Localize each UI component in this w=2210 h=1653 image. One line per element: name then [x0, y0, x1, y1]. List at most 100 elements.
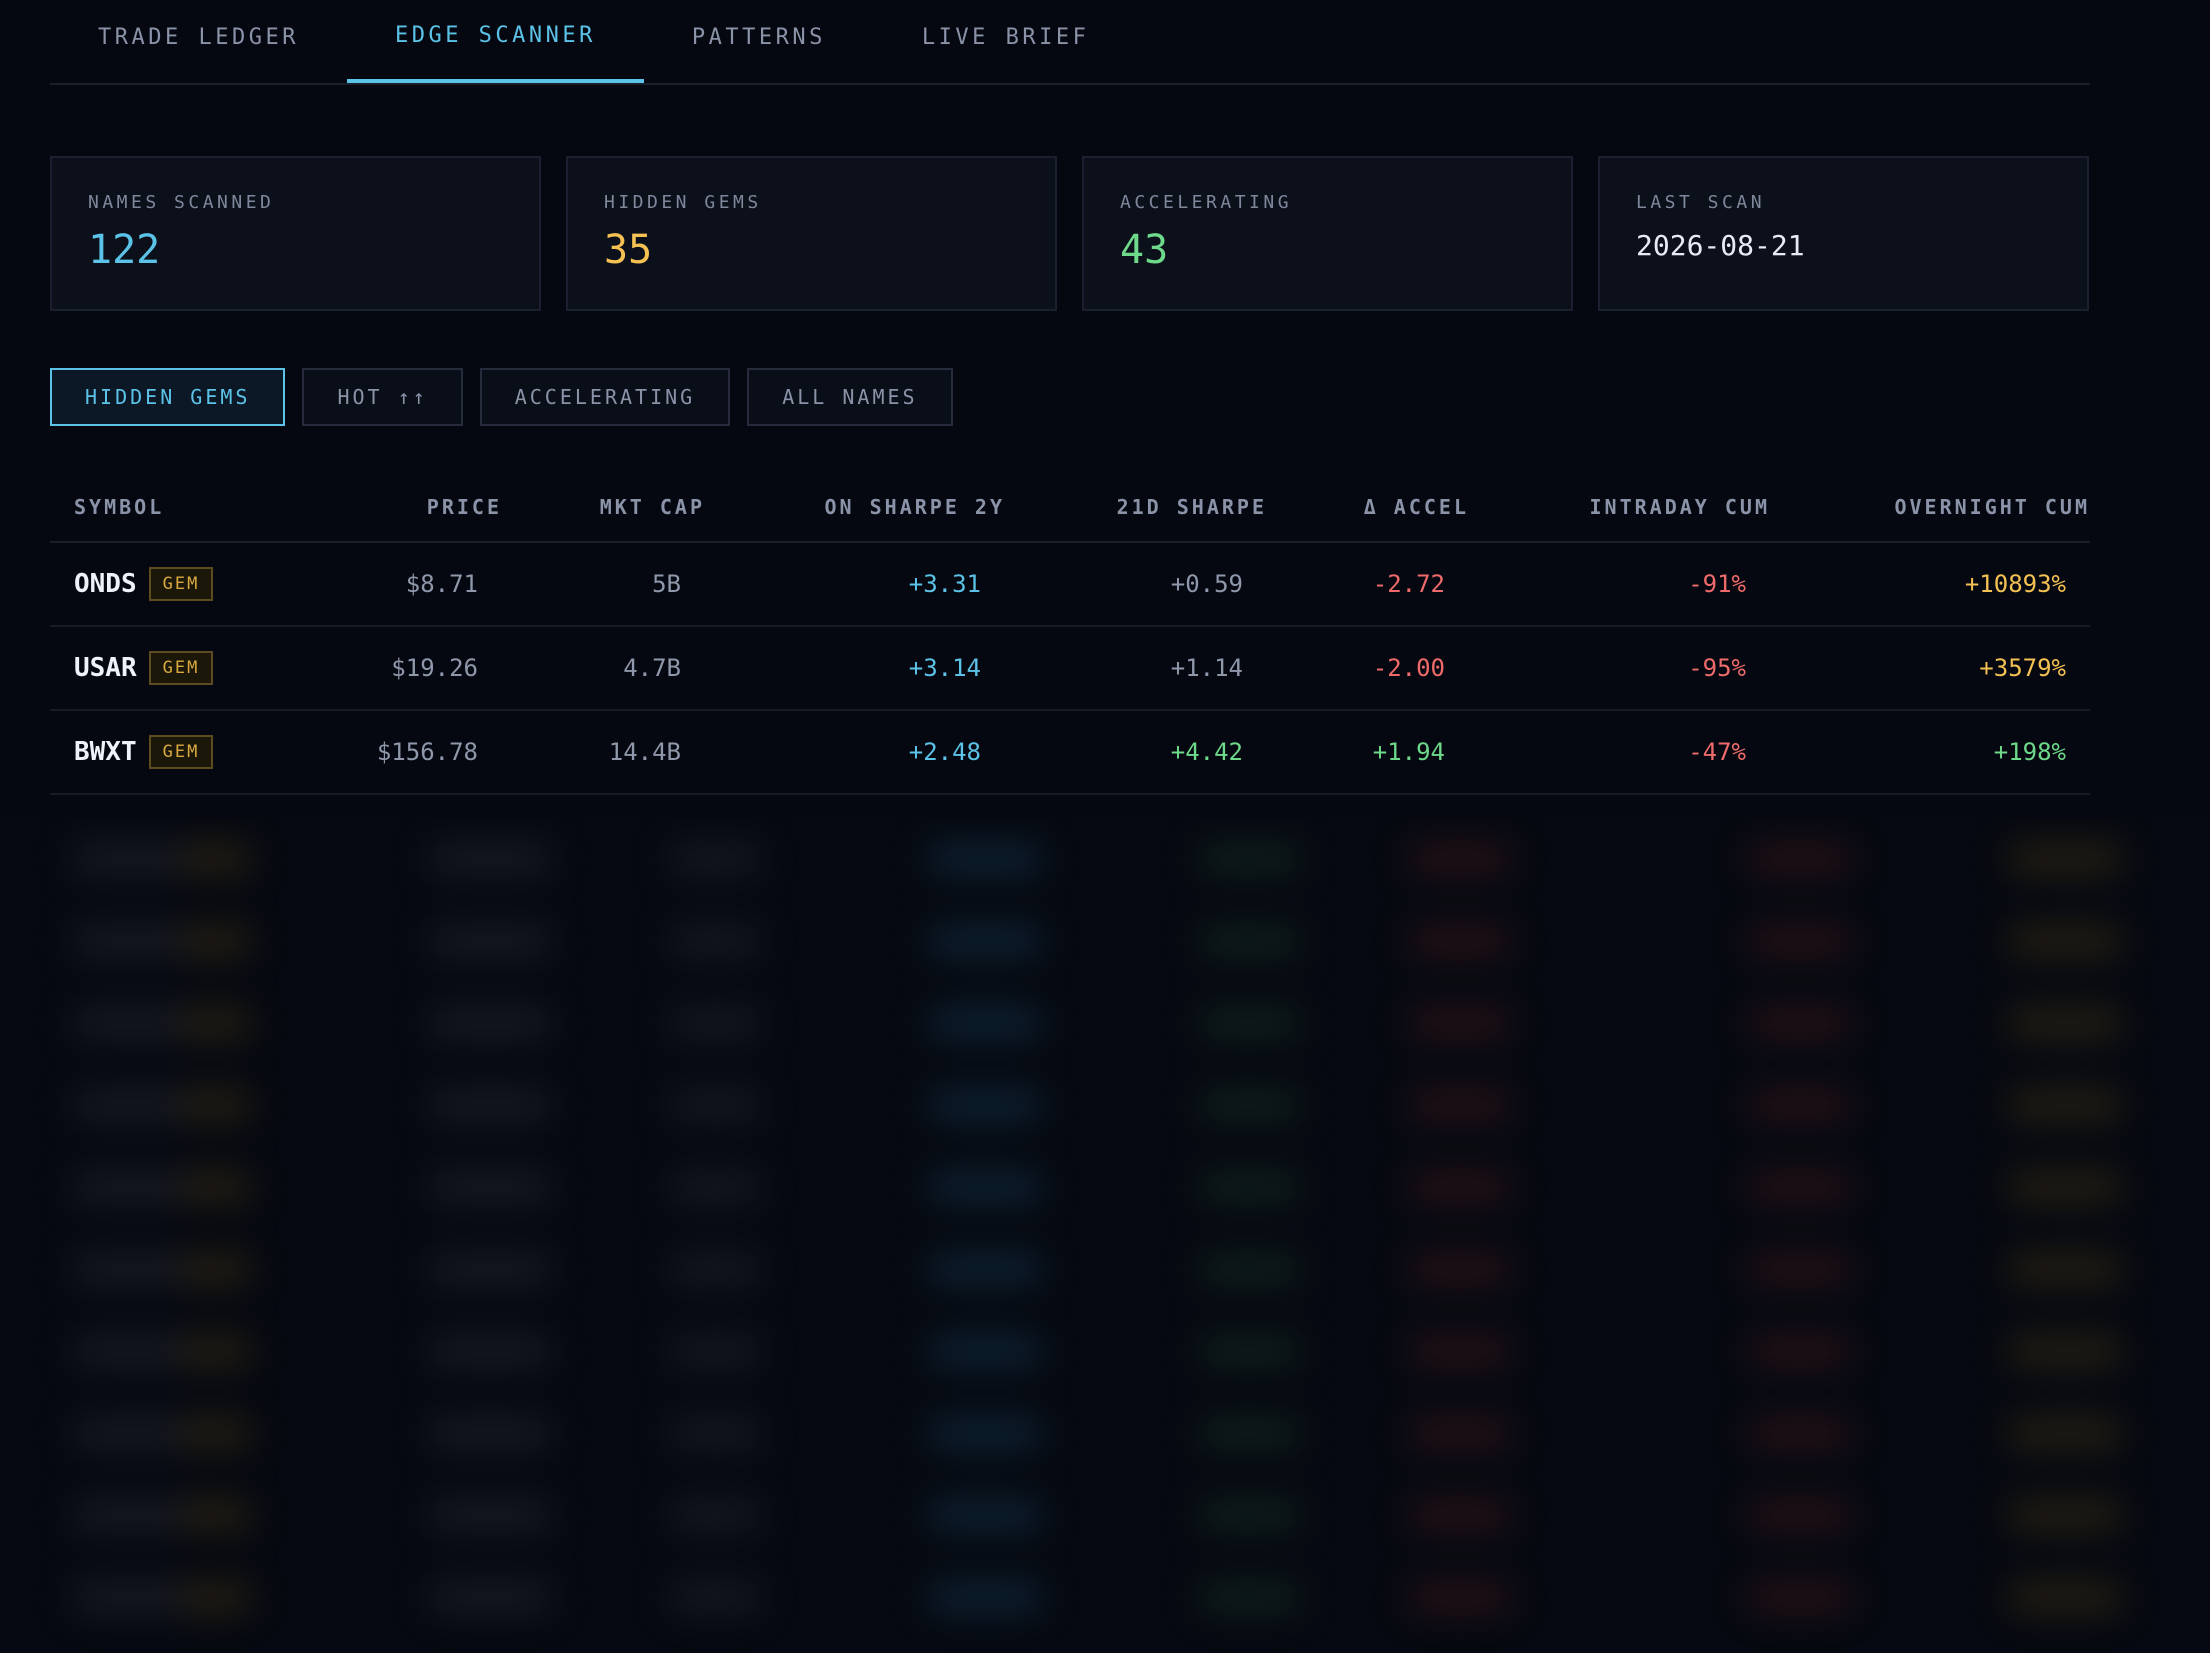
scanner-table: SYMBOL PRICE MKT CAP ON SHARPE 2Y 21D SH… — [50, 473, 2090, 795]
blurred-row — [50, 900, 2120, 982]
blurred-cell — [1750, 1256, 1850, 1282]
price-cell: $156.78 — [376, 738, 478, 766]
mkt-cap-cell: 4.7B — [623, 654, 681, 682]
blurred-cell — [2010, 1420, 2120, 1446]
blurred-cell — [1410, 1256, 1510, 1282]
column-header-overnight-cum[interactable]: OVERNIGHT CUM — [1770, 495, 2090, 519]
blurred-cell — [180, 1584, 250, 1610]
sharpe-21d-cell: +4.42 — [1170, 738, 1243, 766]
sharpe-21d-cell: +0.59 — [1170, 570, 1243, 598]
table-row[interactable]: ONDS GEM $8.71 5B +3.31 +0.59 -2.72 -91%… — [50, 543, 2090, 627]
overnight-cum-cell: +198% — [1993, 738, 2066, 766]
table-row[interactable]: USAR GEM $19.26 4.7B +3.14 +1.14 -2.00 -… — [50, 627, 2090, 711]
on-sharpe-cell: +2.48 — [908, 738, 981, 766]
blurred-row — [50, 1392, 2120, 1474]
blurred-cell — [2010, 1338, 2120, 1364]
blurred-cell — [670, 1584, 760, 1610]
blurred-cell — [930, 1092, 1040, 1118]
overnight-cum-cell: +10893% — [1964, 570, 2066, 598]
symbol-cell: BWXT GEM — [50, 735, 300, 769]
intraday-cum-cell: -47% — [1688, 738, 1746, 766]
blurred-cell — [180, 1256, 250, 1282]
symbol-cell: ONDS GEM — [50, 567, 300, 601]
blurred-cell — [930, 1010, 1040, 1036]
blurred-cell — [670, 1502, 760, 1528]
blurred-cell — [1750, 1502, 1850, 1528]
blurred-row — [50, 1474, 2120, 1556]
mkt-cap-cell: 14.4B — [608, 738, 681, 766]
blurred-cell — [1200, 1502, 1300, 1528]
column-header-mkt-cap[interactable]: MKT CAP — [502, 495, 705, 519]
blurred-cell — [1750, 846, 1850, 872]
column-header-accel[interactable]: Δ ACCEL — [1267, 495, 1469, 519]
filter-hot-button[interactable]: HOT ↑↑ — [302, 368, 463, 426]
filter-hidden-gems-button[interactable]: HIDDEN GEMS — [50, 368, 286, 426]
blurred-cell — [430, 1584, 550, 1610]
blurred-cell — [1750, 1338, 1850, 1364]
blurred-cell — [1200, 928, 1300, 954]
accel-cell: -2.00 — [1372, 654, 1445, 682]
mkt-cap-cell: 5B — [652, 570, 681, 598]
blurred-cell — [2010, 1584, 2120, 1610]
blurred-cell — [430, 928, 550, 954]
column-header-21d-sharpe[interactable]: 21D SHARPE — [1005, 495, 1267, 519]
symbol-name: USAR — [74, 653, 137, 683]
blurred-cell — [1200, 1338, 1300, 1364]
blurred-cell — [1200, 1256, 1300, 1282]
blurred-cell — [1410, 1502, 1510, 1528]
tab-edge-scanner[interactable]: EDGE SCANNER — [346, 0, 644, 83]
blurred-cell — [1200, 1174, 1300, 1200]
overnight-cum-cell: +3579% — [1979, 654, 2066, 682]
blurred-cell — [930, 928, 1040, 954]
blurred-cell — [670, 1010, 760, 1036]
stat-card-last-scan: LAST SCAN 2026-08-21 — [1598, 156, 2089, 311]
blurred-cell — [430, 1092, 550, 1118]
blurred-cell — [1410, 1010, 1510, 1036]
column-header-on-sharpe-2y[interactable]: ON SHARPE 2Y — [705, 495, 1005, 519]
stat-card-names-scanned: NAMES SCANNED 122 — [50, 156, 541, 311]
blurred-cell — [1200, 1584, 1300, 1610]
intraday-cum-cell: -91% — [1688, 570, 1746, 598]
price-cell: $8.71 — [405, 570, 478, 598]
blurred-cell — [2010, 1174, 2120, 1200]
column-header-intraday-cum[interactable]: INTRADAY CUM — [1469, 495, 1770, 519]
column-header-price[interactable]: PRICE — [324, 495, 502, 519]
blurred-cell — [670, 846, 760, 872]
blurred-cell — [74, 928, 184, 954]
stat-value: 43 — [1120, 227, 1169, 273]
blurred-cell — [180, 1420, 250, 1446]
app-root: TRADE LEDGER EDGE SCANNER PATTERNS LIVE … — [50, 0, 2090, 795]
filter-all-names-button[interactable]: ALL NAMES — [747, 368, 953, 426]
tab-trade-ledger[interactable]: TRADE LEDGER — [50, 0, 347, 83]
blurred-cell — [930, 1420, 1040, 1446]
blurred-cell — [670, 1256, 760, 1282]
blurred-cell — [1410, 846, 1510, 872]
accel-cell: +1.94 — [1372, 738, 1445, 766]
symbol-cell: USAR GEM — [50, 651, 300, 685]
blurred-cell — [430, 1256, 550, 1282]
blurred-cell — [74, 1010, 184, 1036]
blurred-cell — [930, 846, 1040, 872]
blurred-cell — [1750, 928, 1850, 954]
gem-badge: GEM — [148, 651, 214, 685]
filter-accelerating-button[interactable]: ACCELERATING — [479, 368, 731, 426]
tab-live-brief[interactable]: LIVE BRIEF — [874, 0, 1137, 83]
tab-patterns[interactable]: PATTERNS — [644, 0, 874, 83]
column-header-symbol[interactable]: SYMBOL — [50, 495, 324, 519]
blurred-cell — [1200, 846, 1300, 872]
table-row[interactable]: BWXT GEM $156.78 14.4B +2.48 +4.42 +1.94… — [50, 711, 2090, 795]
main-tabs: TRADE LEDGER EDGE SCANNER PATTERNS LIVE … — [50, 0, 2090, 85]
blurred-cell — [74, 1174, 184, 1200]
blurred-cell — [430, 1502, 550, 1528]
stat-card-accelerating: ACCELERATING 43 — [1082, 156, 1573, 311]
blurred-row — [50, 1146, 2120, 1228]
blurred-cell — [74, 1420, 184, 1446]
blurred-row — [50, 1228, 2120, 1310]
intraday-cum-cell: -95% — [1688, 654, 1746, 682]
blurred-cell — [180, 1502, 250, 1528]
blurred-cell — [930, 1502, 1040, 1528]
blurred-cell — [430, 846, 550, 872]
blurred-cell — [670, 1338, 760, 1364]
blurred-cell — [1200, 1420, 1300, 1446]
blurred-cell — [180, 928, 250, 954]
